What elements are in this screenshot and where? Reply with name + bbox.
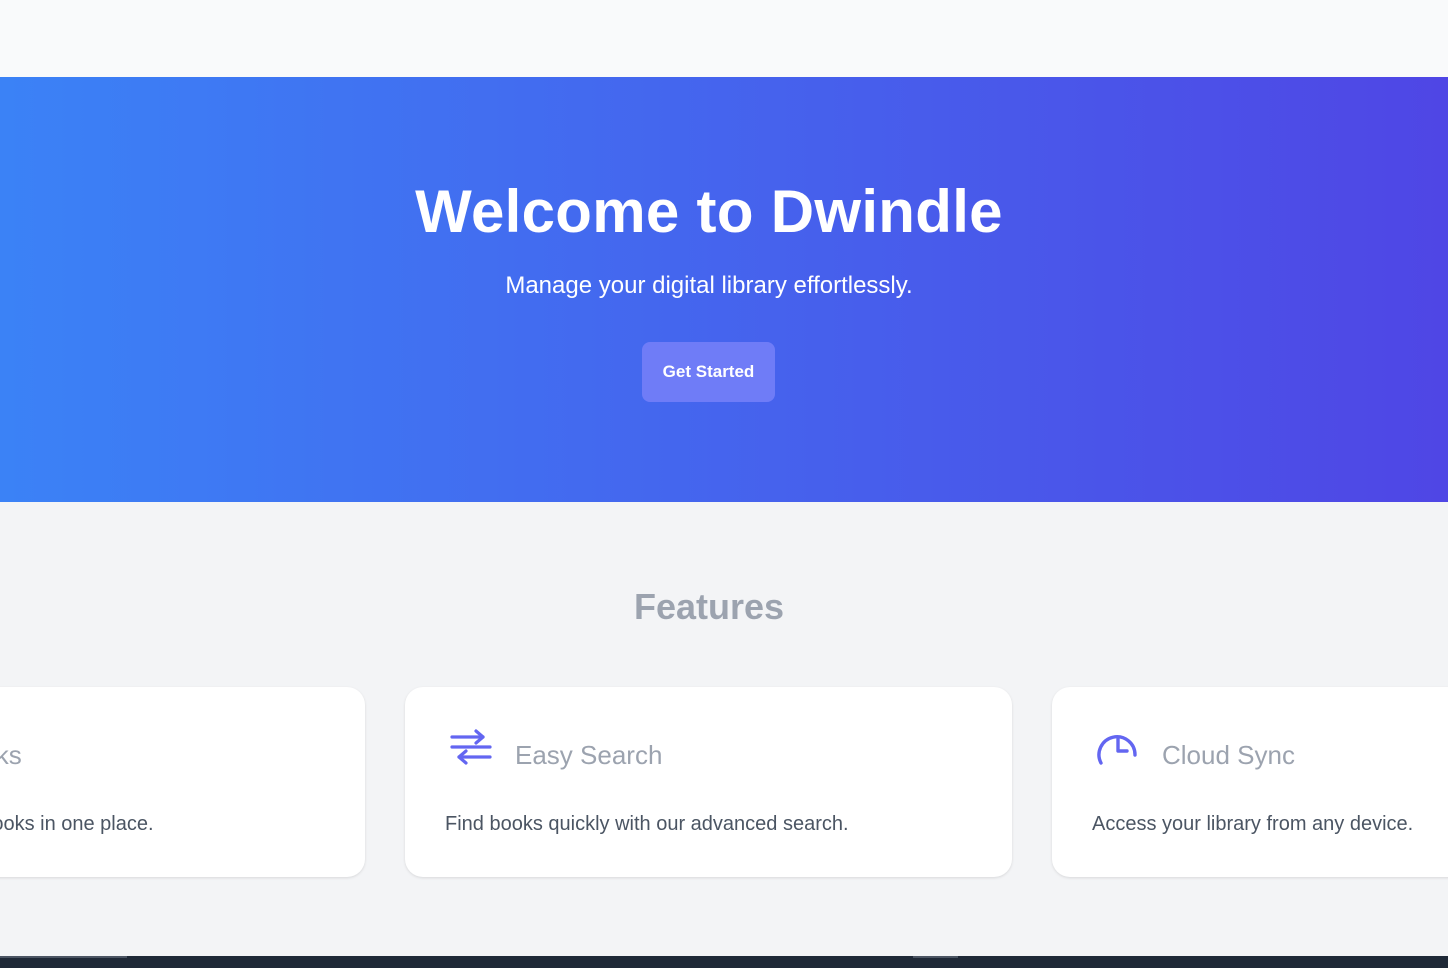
hero-title: Welcome to Dwindle	[415, 178, 1003, 245]
hero-section: Welcome to Dwindle Manage your digital l…	[0, 77, 1448, 502]
feature-card-digital-books: Digital Books Store all your digital boo…	[0, 687, 365, 877]
clock-icon	[1096, 729, 1140, 769]
top-navbar	[0, 0, 1448, 77]
feature-card-cloud-sync: Cloud Sync Access your library from any …	[1052, 687, 1448, 877]
feature-card-title: Cloud Sync	[1162, 740, 1295, 770]
feature-card-description: Access your library from any device.	[1092, 813, 1414, 835]
footer-divider	[913, 956, 958, 958]
features-heading: Features	[633, 586, 785, 627]
page: Welcome to Dwindle Manage your digital l…	[0, 0, 1448, 968]
feature-card-title: Easy Search	[515, 740, 663, 770]
feature-card-title: Digital Books	[0, 740, 22, 770]
hero-subtitle: Manage your digital library effortlessly…	[505, 272, 913, 299]
get-started-button[interactable]: Get Started	[642, 342, 775, 402]
feature-card-easy-search: Easy Search Find books quickly with our …	[405, 687, 1012, 877]
footer-divider	[0, 956, 127, 958]
feature-card-description: Find books quickly with our advanced sea…	[445, 813, 849, 835]
filter-arrows-icon	[449, 729, 493, 769]
feature-card-description: Store all your digital books in one plac…	[0, 813, 154, 835]
footer-bar	[0, 956, 1448, 968]
